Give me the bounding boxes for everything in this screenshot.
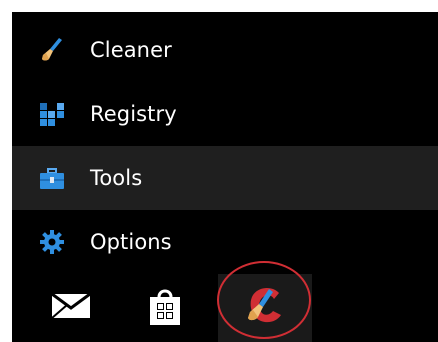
- gear-icon: [36, 226, 68, 258]
- menu-item-label: Options: [90, 230, 172, 254]
- registry-blocks-icon: [36, 98, 68, 130]
- ccleaner-app-icon: [239, 281, 291, 335]
- store-bag-icon: [145, 285, 185, 331]
- taskbar-ccleaner-button[interactable]: [218, 274, 312, 342]
- taskbar-mail-button[interactable]: [24, 274, 118, 342]
- menu-item-cleaner[interactable]: Cleaner: [12, 18, 438, 82]
- menu-item-registry[interactable]: Registry: [12, 82, 438, 146]
- toolbox-icon: [36, 162, 68, 194]
- menu-item-label: Cleaner: [90, 38, 172, 62]
- menu-item-options[interactable]: Options: [12, 210, 438, 274]
- menu-item-label: Tools: [90, 166, 143, 190]
- app-window: Cleaner Registry Tools Options: [12, 12, 438, 342]
- menu-item-tools[interactable]: Tools: [12, 146, 438, 210]
- broom-icon: [36, 34, 68, 66]
- menu-item-label: Registry: [90, 102, 177, 126]
- taskbar-store-button[interactable]: [118, 274, 212, 342]
- mail-icon: [49, 288, 93, 328]
